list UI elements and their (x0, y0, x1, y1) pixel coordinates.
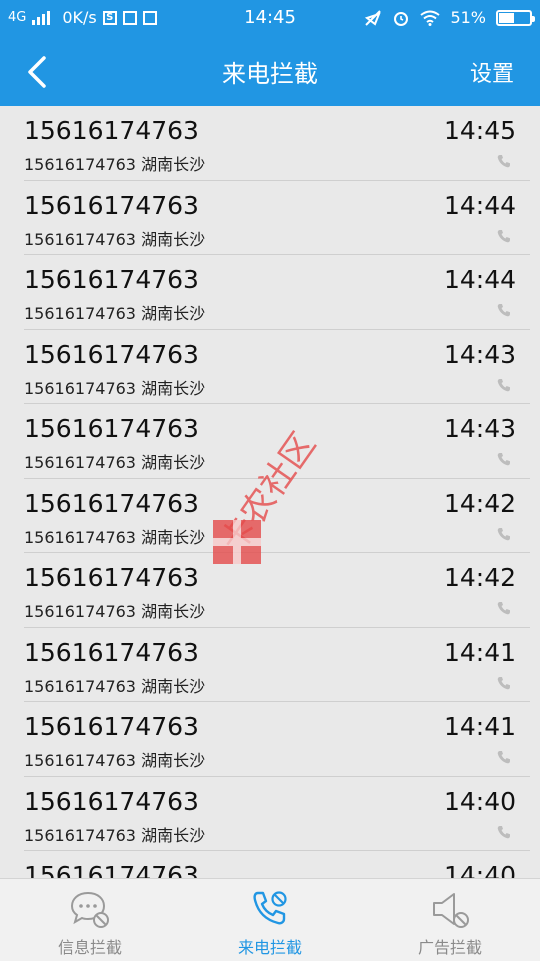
status-bar: 4G 0K/s S 14:45 51% (0, 0, 540, 36)
call-time: 14:43 (443, 339, 516, 369)
phone-icon (497, 527, 510, 540)
phone-icon (497, 602, 510, 615)
caller-number: 15616174763 (24, 712, 199, 741)
phone-icon (497, 676, 510, 689)
caller-location: 15616174763 湖南长沙 (24, 602, 206, 621)
call-row[interactable]: 15616174763 15616174763 湖南长沙 14:42 (24, 553, 530, 628)
alarm-icon (394, 11, 409, 26)
call-time: 14:42 (443, 488, 516, 518)
call-row[interactable]: 15616174763 15616174763 湖南长沙 14:41 (24, 702, 530, 777)
tab-ad-block[interactable]: 广告拦截 (360, 879, 540, 961)
tab-message-block[interactable]: 信息拦截 (0, 879, 180, 961)
call-time: 14:45 (443, 116, 516, 145)
phone-icon (497, 229, 510, 242)
tab-call-block[interactable]: 来电拦截 (180, 879, 360, 961)
caller-number: 15616174763 (24, 339, 199, 369)
caller-number: 15616174763 (24, 637, 199, 667)
bottom-tab-bar: 信息拦截 来电拦截 广告拦截 (0, 878, 540, 961)
caller-number: 15616174763 (24, 488, 199, 518)
call-time: 14:44 (443, 265, 516, 294)
speaker-block-icon (433, 893, 469, 928)
battery-percent: 51% (450, 8, 486, 27)
call-time: 14:42 (443, 563, 516, 592)
call-row[interactable]: 15616174763 15616174763 湖南长沙 14:43 (24, 330, 530, 404)
call-block-icon (253, 891, 287, 925)
call-time: 14:44 (443, 190, 516, 220)
tab-label: 来电拦截 (237, 938, 302, 957)
caller-location: 15616174763 湖南长沙 (24, 229, 206, 249)
caller-number: 15616174763 (24, 116, 199, 145)
phone-icon (497, 378, 510, 391)
status-right: 51% (364, 8, 535, 27)
call-row[interactable]: 15616174763 15616174763 湖南长沙 14:44 (24, 181, 530, 255)
tab-label: 信息拦截 (57, 938, 122, 957)
phone-icon (497, 304, 510, 317)
call-row[interactable]: 15616174763 15616174763 湖南长沙 14:44 (24, 255, 530, 330)
wifi-icon (420, 10, 441, 26)
page-title: 来电拦截 (222, 60, 318, 88)
caller-location: 15616174763 湖南长沙 (24, 155, 206, 174)
caller-location: 15616174763 湖南长沙 (24, 676, 206, 696)
tab-label: 广告拦截 (417, 938, 482, 957)
caller-location: 15616174763 湖南长沙 (24, 378, 206, 398)
phone-icon (497, 155, 510, 168)
call-time: 14:43 (443, 414, 516, 443)
call-row[interactable]: 15616174763 15616174763 湖南长沙 14:41 (24, 628, 530, 702)
caller-number: 15616174763 (24, 190, 199, 220)
call-row[interactable]: 15616174763 15616174763 湖南长沙 14:42 (24, 479, 530, 553)
blocked-call-list[interactable]: 15616174763 15616174763 湖南长沙 14:45 15616174… (0, 106, 540, 878)
call-row[interactable]: 15616174763 15616174763 湖南长沙 14:45 (24, 106, 530, 181)
caller-location: 15616174763 湖南长沙 (24, 825, 206, 845)
battery-fill (499, 12, 515, 23)
battery-icon (496, 9, 535, 26)
app-header: 来电拦截 设置 (0, 36, 540, 106)
phone-icon (497, 825, 510, 838)
phone-icon (497, 453, 510, 466)
caller-location: 15616174763 湖南长沙 (24, 453, 206, 472)
message-block-icon (70, 891, 109, 928)
caller-number: 15616174763 (24, 265, 199, 294)
call-row[interactable]: 15616174763 15616174763 湖南长沙 14:43 (24, 404, 530, 479)
caller-location: 15616174763 湖南长沙 (24, 304, 206, 323)
call-time: 14:40 (443, 786, 516, 816)
phone-icon (497, 751, 510, 764)
airplane-mute-icon (365, 9, 382, 26)
caller-number: 15616174763 (24, 861, 199, 878)
caller-location: 15616174763 湖南长沙 (24, 527, 206, 547)
call-time: 14:41 (443, 712, 516, 741)
caller-number: 15616174763 (24, 563, 199, 592)
call-time: 14:40 (443, 861, 516, 878)
caller-number: 15616174763 (24, 414, 199, 443)
call-row[interactable]: 15616174763 14:40 (24, 851, 530, 878)
call-time: 14:41 (443, 637, 516, 667)
call-row[interactable]: 15616174763 15616174763 湖南长沙 14:40 (24, 777, 530, 851)
caller-number: 15616174763 (24, 786, 199, 816)
settings-button[interactable]: 设置 (470, 56, 514, 88)
caller-location: 15616174763 湖南长沙 (24, 751, 206, 770)
